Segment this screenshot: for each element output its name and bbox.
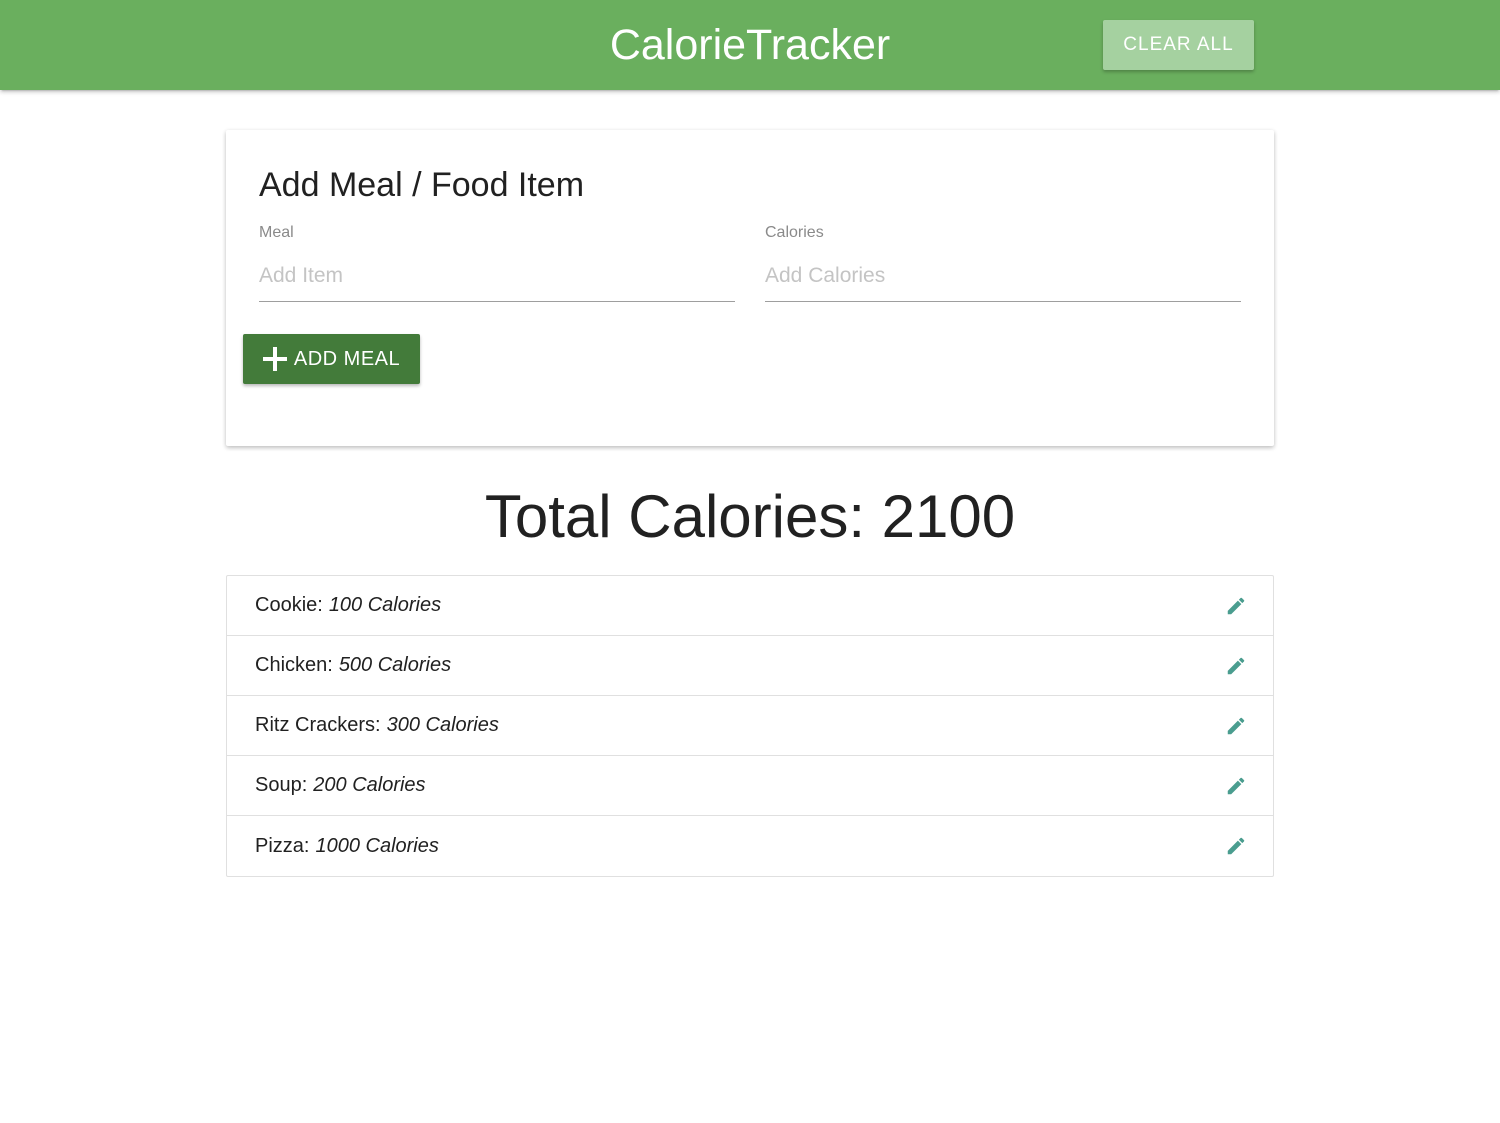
item-calories: 1000 Calories [315, 834, 439, 857]
meal-input[interactable] [259, 250, 735, 302]
total-calories: Total Calories: 2100 [484, 483, 1016, 550]
brand-logo[interactable]: CalorieTracker [0, 0, 1500, 90]
pencil-icon[interactable] [1225, 715, 1247, 737]
add-meal-label: ADD MEAL [293, 347, 401, 370]
pencil-icon[interactable] [1225, 595, 1247, 617]
item-name: Pizza: [255, 834, 310, 857]
pencil-icon[interactable] [1225, 775, 1247, 797]
item-name: Soup: [255, 774, 308, 796]
item-name: Chicken: [255, 654, 333, 676]
item-calories: 200 Calories [313, 774, 426, 796]
list-item: Chicken: 500 Calories [227, 636, 1273, 696]
item-name: Ritz Crackers: [255, 714, 381, 736]
meal-label: Meal [259, 224, 294, 241]
pencil-icon[interactable] [1225, 655, 1247, 677]
calories-label: Calories [765, 224, 824, 241]
item-calories: 300 Calories [386, 714, 499, 736]
item-name: Cookie: [255, 594, 323, 616]
clear-all-button[interactable]: CLEAR ALL [1103, 20, 1254, 70]
navbar: CalorieTracker CLEAR ALL [0, 0, 1500, 90]
item-calories: 500 Calories [338, 654, 452, 676]
meal-list: Cookie: 100 Calories Chicken: 500 Calori… [226, 575, 1274, 877]
list-item: Cookie: 100 Calories [227, 576, 1273, 636]
list-item: Pizza: 1000 Calories [227, 816, 1273, 876]
list-item: Ritz Crackers: 300 Calories [227, 696, 1273, 756]
card-title: Add Meal / Food Item [259, 166, 585, 204]
pencil-icon[interactable] [1225, 835, 1247, 857]
calories-input[interactable] [765, 250, 1241, 302]
item-calories: 100 Calories [328, 594, 442, 616]
add-meal-button[interactable]: ADD MEAL [243, 334, 420, 384]
list-item: Soup: 200 Calories [227, 756, 1273, 816]
plus-icon [262, 347, 287, 371]
add-meal-card: Add Meal / Food Item Meal Calories ADD M… [226, 130, 1274, 446]
